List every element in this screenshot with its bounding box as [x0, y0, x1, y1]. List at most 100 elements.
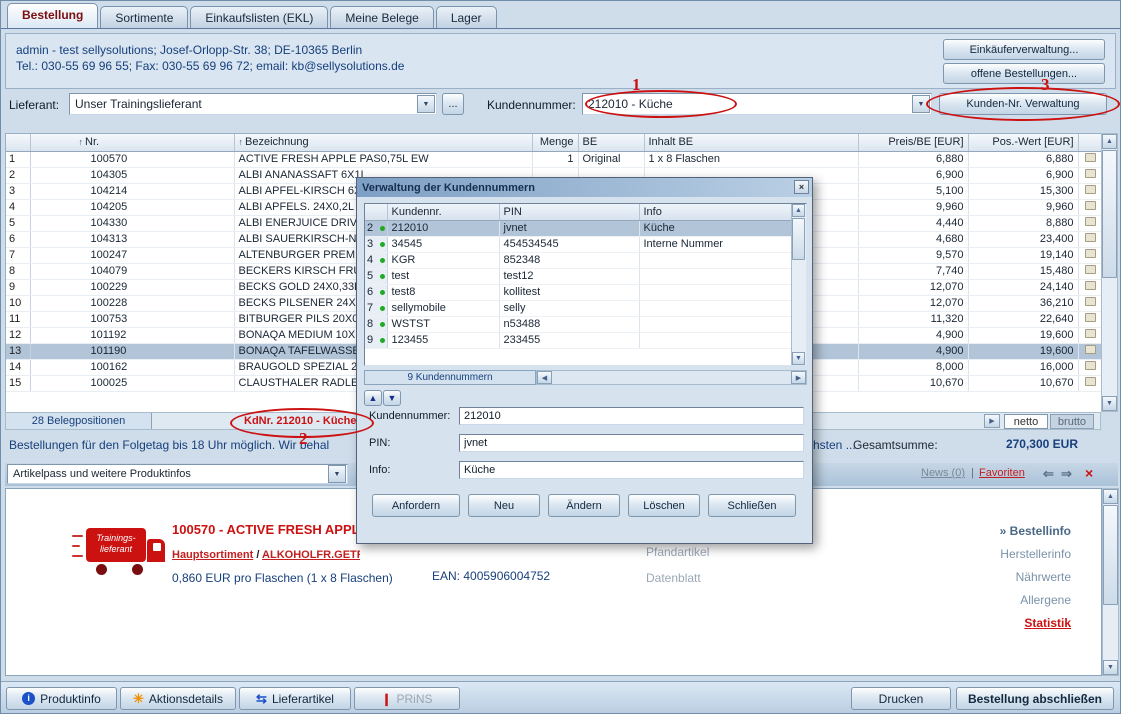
dialog-pin-input[interactable] — [459, 434, 804, 452]
col-header-bezeichnung[interactable]: ↑Bezeichnung — [234, 134, 532, 151]
cell-info — [639, 316, 793, 332]
product-sidebar-link[interactable]: Nährwerte — [1000, 566, 1071, 589]
scroll-left-icon[interactable]: ◀ — [537, 371, 552, 384]
kundennummer-row[interactable]: 2 212010 jvnet Küche — [365, 220, 793, 236]
schliessen-button[interactable]: Schließen — [708, 494, 796, 517]
position-note-icon[interactable] — [1085, 169, 1096, 178]
kundennummer-row[interactable]: 3 34545 454534545 Interne Nummer — [365, 236, 793, 252]
dialog-horizontal-scrollbar[interactable]: ◀ ▶ — [536, 370, 807, 385]
position-note-icon[interactable] — [1085, 249, 1096, 258]
position-note-icon[interactable] — [1085, 185, 1096, 194]
scrollbar-thumb[interactable] — [1103, 505, 1118, 605]
position-note-icon[interactable] — [1085, 361, 1096, 370]
tab[interactable]: Bestellung — [7, 3, 98, 28]
chevron-down-icon[interactable]: ▼ — [328, 465, 346, 483]
scroll-right-icon[interactable]: ▶ — [791, 371, 806, 384]
position-note-icon[interactable] — [1085, 233, 1096, 242]
kategorie-link[interactable]: ALKOHOLFR.GETRÄNKE — [262, 549, 360, 561]
col-header-inhalt[interactable]: Inhalt BE — [644, 134, 858, 151]
dialog-info-input[interactable] — [459, 461, 804, 479]
favoriten-link[interactable]: Favoriten — [979, 467, 1025, 479]
cell-pos-wert: 19,140 — [968, 247, 1078, 263]
position-note-icon[interactable] — [1085, 153, 1096, 162]
scrollbar-thumb[interactable] — [792, 218, 805, 260]
brutto-toggle[interactable]: brutto — [1050, 414, 1094, 429]
product-panel-scrollbar[interactable]: ▲ ▼ — [1102, 488, 1119, 676]
position-note-icon[interactable] — [1085, 329, 1096, 338]
move-down-button[interactable]: ▼ — [383, 390, 401, 406]
nav-prev-icon[interactable]: ⇐ — [1043, 466, 1054, 482]
produktinfo-button[interactable]: iProduktinfo — [6, 687, 117, 710]
nav-next-icon[interactable]: ⇒ — [1061, 466, 1072, 482]
tab[interactable]: Sortimente — [100, 6, 188, 28]
dialog-kundennummer-input[interactable] — [459, 407, 804, 425]
anfordern-button[interactable]: Anfordern — [372, 494, 460, 517]
scroll-down-icon[interactable]: ▼ — [1103, 660, 1118, 675]
scroll-up-icon[interactable]: ▲ — [1102, 134, 1117, 149]
chevron-down-icon[interactable]: ▼ — [417, 95, 435, 113]
scroll-up-icon[interactable]: ▲ — [792, 204, 805, 217]
col-header-pin[interactable]: PIN — [499, 204, 639, 220]
kundennummer-row[interactable]: 8 WSTST n53488 — [365, 316, 793, 332]
col-header-preis[interactable]: Preis/BE [EUR] — [858, 134, 968, 151]
table-row[interactable]: 1 100570 ACTIVE FRESH APPLE PAS0,75L EW … — [6, 151, 1101, 167]
kundennummer-select[interactable]: 212010 - Küche ▼ — [582, 93, 932, 115]
product-sidebar-link[interactable]: Allergene — [1000, 589, 1071, 612]
dialog-table-scrollbar[interactable]: ▲ ▼ — [791, 204, 806, 365]
position-note-icon[interactable] — [1085, 265, 1096, 274]
close-panel-icon[interactable]: × — [1085, 465, 1093, 481]
neu-button[interactable]: Neu — [468, 494, 540, 517]
position-note-icon[interactable] — [1085, 345, 1096, 354]
produktinfo-view-select[interactable]: Artikelpass und weitere Produktinfos ▼ — [7, 464, 348, 484]
scroll-right-icon[interactable]: ▶ — [984, 414, 1000, 428]
dialog-close-icon[interactable]: × — [794, 180, 809, 194]
kunden-nr-verwaltung-button[interactable]: Kunden-Nr. Verwaltung — [939, 93, 1107, 115]
tab[interactable]: Meine Belege — [330, 6, 433, 28]
drucken-button[interactable]: Drucken — [851, 687, 951, 710]
scroll-down-icon[interactable]: ▼ — [792, 352, 805, 365]
col-header-info[interactable]: Info — [639, 204, 793, 220]
position-note-icon[interactable] — [1085, 281, 1096, 290]
status-dot-icon — [380, 322, 385, 327]
einkaeuferverwaltung-button[interactable]: Einkäuferverwaltung... — [943, 39, 1105, 60]
netto-toggle[interactable]: netto — [1004, 414, 1048, 429]
tab[interactable]: Einkaufslisten (EKL) — [190, 6, 328, 28]
tab[interactable]: Lager — [436, 6, 497, 28]
col-header-nr[interactable]: ↑Nr. — [30, 134, 234, 151]
col-header-poswert[interactable]: Pos.-Wert [EUR] — [968, 134, 1078, 151]
kundennummer-row[interactable]: 7 sellymobile selly — [365, 300, 793, 316]
position-note-icon[interactable] — [1085, 313, 1096, 322]
aendern-button[interactable]: Ändern — [548, 494, 620, 517]
bestellung-abschliessen-button[interactable]: Bestellung abschließen — [956, 687, 1114, 710]
position-note-icon[interactable] — [1085, 297, 1096, 306]
position-note-icon[interactable] — [1085, 377, 1096, 386]
loeschen-button[interactable]: Löschen — [628, 494, 700, 517]
kundennummer-row[interactable]: 5 test test12 — [365, 268, 793, 284]
move-up-button[interactable]: ▲ — [364, 390, 382, 406]
hauptsortiment-link[interactable]: Hauptsortiment — [172, 549, 253, 561]
news-link[interactable]: News (0) — [921, 467, 965, 479]
col-header-be[interactable]: BE — [578, 134, 644, 151]
lieferant-select[interactable]: Unser Trainingslieferant ▼ — [69, 93, 437, 115]
col-header-kundennr[interactable]: Kundennr. — [387, 204, 499, 220]
product-sidebar-link[interactable]: » Bestellinfo — [1000, 520, 1071, 543]
cell-icon — [1078, 183, 1101, 199]
lieferant-browse-button[interactable]: ... — [442, 93, 464, 115]
product-sidebar-link[interactable]: Statistik — [1000, 612, 1071, 635]
col-header-menge[interactable]: Menge — [532, 134, 578, 151]
kundennummer-row[interactable]: 4 KGR 852348 — [365, 252, 793, 268]
position-note-icon[interactable] — [1085, 217, 1096, 226]
scroll-down-icon[interactable]: ▼ — [1102, 396, 1117, 411]
position-note-icon[interactable] — [1085, 201, 1096, 210]
product-sidebar-link[interactable]: Herstellerinfo — [1000, 543, 1071, 566]
table-vertical-scrollbar[interactable]: ▲ ▼ — [1101, 133, 1118, 412]
dialog-titlebar[interactable]: Verwaltung der Kundennummern — [357, 178, 812, 197]
kundennummer-row[interactable]: 6 test8 kollitest — [365, 284, 793, 300]
scroll-up-icon[interactable]: ▲ — [1103, 489, 1118, 504]
kundennummer-row[interactable]: 9 123455 233455 — [365, 332, 793, 348]
aktionsdetails-button[interactable]: ✳Aktionsdetails — [120, 687, 236, 710]
scrollbar-thumb[interactable] — [1102, 150, 1117, 278]
lieferartikel-button[interactable]: ⇆Lieferartikel — [239, 687, 351, 710]
chevron-down-icon[interactable]: ▼ — [912, 95, 930, 113]
offene-bestellungen-button[interactable]: offene Bestellungen... — [943, 63, 1105, 84]
